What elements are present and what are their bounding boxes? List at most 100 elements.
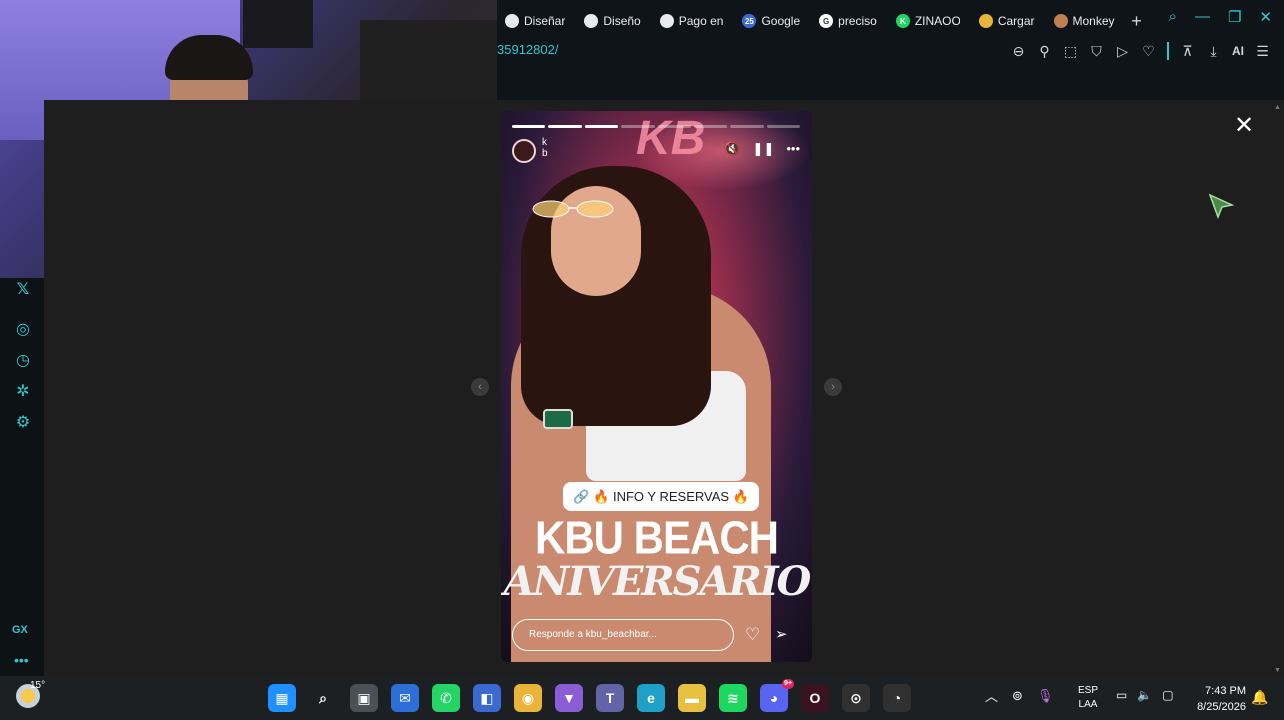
mute-icon[interactable]: 🔇 — [724, 141, 740, 157]
obs-icon[interactable]: ⊙ — [842, 684, 870, 712]
send-icon[interactable]: ➢ — [775, 625, 788, 643]
opera-tray-icon[interactable]: ⊚ — [1012, 688, 1023, 704]
teams-icon[interactable]: T — [596, 684, 624, 712]
whatsapp-icon[interactable]: ✆ — [432, 684, 460, 712]
menu-icon[interactable]: ☰ — [1255, 43, 1270, 60]
address-bar-row: 35912802/ ⊖ ⚲ ⬚ ⛉ ▷ ♡ ⊼ ⤓ AI ☰ — [497, 38, 1284, 66]
toolbar-divider — [1167, 42, 1169, 60]
tab-favicon: G — [819, 14, 834, 28]
mouse-cursor-icon — [1208, 193, 1235, 220]
progress-segment — [548, 125, 582, 128]
story-header: k b 🔇 ❚❚ ••• — [512, 137, 802, 163]
reply-input[interactable]: Responde a kbu_beachbar... — [512, 619, 734, 651]
notification-bell-icon[interactable]: 🔔 — [1251, 689, 1268, 706]
quick-settings[interactable]: ▭ 🔈 ▢ — [1116, 688, 1174, 702]
tab-1[interactable]: Diseño — [576, 9, 648, 33]
heart-icon[interactable]: ♡ — [1141, 43, 1156, 60]
edge-icon[interactable]: e — [637, 684, 665, 712]
avatar[interactable] — [512, 139, 536, 163]
opera-gx-icon[interactable]: O — [801, 684, 829, 712]
tab-favicon — [1053, 14, 1068, 28]
scroll-up-icon[interactable]: ▲ — [1274, 104, 1281, 111]
progress-segment — [657, 125, 691, 128]
play-icon[interactable]: ▷ — [1115, 43, 1130, 60]
extensions-icon[interactable]: ✲ — [13, 382, 33, 402]
clock[interactable]: 7:43 PM 8/25/2026 — [1186, 683, 1246, 715]
weather-widget[interactable]: 15° — [16, 680, 45, 708]
tab-5[interactable]: K ZINAOO — [888, 9, 968, 33]
x-twitter-icon[interactable]: 𝕏 — [13, 280, 33, 300]
download-icon[interactable]: ⤓ — [1206, 43, 1221, 60]
sidebar: 𝕏 ◎ ◷ ✲ ⚙ GX ••• — [0, 278, 44, 676]
smartwatch — [543, 409, 573, 429]
discord-icon[interactable]: ◕ 9+ — [760, 679, 794, 712]
restore-icon[interactable]: ❐ — [1228, 8, 1241, 26]
search-icon[interactable]: ⌕ — [309, 684, 337, 712]
wallet-icon[interactable]: ⊼ — [1180, 43, 1195, 60]
explorer-icon[interactable]: ▬ — [678, 684, 706, 712]
tab-3[interactable]: 25 Google — [734, 9, 808, 33]
like-heart-icon[interactable]: ♡ — [745, 625, 760, 645]
close-window-icon[interactable]: ✕ — [1259, 8, 1272, 26]
shield-icon[interactable]: ⛉ — [1089, 43, 1104, 60]
more-options-icon[interactable]: ••• — [786, 141, 800, 157]
notification-badge: 9+ — [782, 679, 794, 689]
microphone-icon[interactable]: 🎙 — [1037, 688, 1054, 704]
spotify-icon[interactable]: ≋ — [719, 684, 747, 712]
store-icon[interactable]: ◧ — [473, 684, 501, 712]
window-controls: ⌕ — ❐ ✕ — [1169, 8, 1272, 26]
tab-7[interactable]: Monkey — [1046, 9, 1123, 33]
tab-6[interactable]: Cargar — [971, 9, 1043, 33]
taskbar: 15° ▦ ⌕ ▣ ✉ ✆ ◧ ◉ ▼ Te ▬ ≋ ◕ 9+ O ⊙ ◔ ︿ ⊚ 🎙 ESP LAA ▭ 🔈… — [0, 676, 1284, 720]
settings-icon[interactable]: ⚙ — [13, 413, 33, 433]
windows-start-icon[interactable]: ▦ — [268, 684, 296, 712]
story-card[interactable]: KB k b 🔇 ❚❚ ••• 🔗 🔥 INFO Y RESERVAS 🔥 KB… — [501, 111, 812, 662]
address-bar-tools: ⊖ ⚲ ⬚ ⛉ ▷ ♡ ⊼ ⤓ AI ☰ — [1011, 42, 1270, 60]
progress-segment — [693, 125, 728, 128]
tab-4[interactable]: Gpreciso — [811, 9, 885, 33]
chevron-up-icon[interactable]: ︿ — [985, 686, 998, 705]
story-headline: KBU BEACH — [535, 511, 779, 564]
ai-button[interactable]: AI — [1232, 44, 1244, 58]
chrome-icon[interactable]: ◉ — [514, 684, 542, 712]
tab-favicon: 25 — [742, 14, 757, 28]
pause-icon[interactable]: ❚❚ — [753, 141, 775, 157]
chat-icon: ▢ — [1162, 688, 1174, 702]
scroll-down-icon[interactable]: ▼ — [1274, 667, 1281, 674]
link-sticker[interactable]: 🔗 🔥 INFO Y RESERVAS 🔥 — [563, 482, 759, 511]
tab-0[interactable]: Diseñar — [497, 9, 573, 33]
recorder-icon[interactable]: ◔ — [883, 684, 911, 712]
minimize-icon[interactable]: — — [1195, 8, 1210, 26]
story-controls: 🔇 ❚❚ ••• — [724, 141, 800, 157]
snapshot-icon[interactable]: ⬚ — [1063, 43, 1078, 60]
tab-favicon — [505, 14, 519, 28]
next-story-button[interactable]: › — [824, 378, 842, 396]
tab-strip: Diseñar Diseño Pago en 25 Google Gpreciso… — [497, 6, 1148, 36]
screen: Diseñar Diseño Pago en 25 Google Gpreciso… — [0, 0, 1284, 720]
progress-segment — [621, 125, 655, 128]
zoom-out-icon[interactable]: ⊖ — [1011, 43, 1026, 60]
more-icon[interactable]: ••• — [14, 652, 29, 668]
tab-2[interactable]: Pago en — [652, 9, 732, 33]
tab-favicon — [659, 14, 674, 28]
history-icon[interactable]: ◷ — [13, 351, 33, 371]
address-bar[interactable]: 35912802/ — [497, 42, 558, 57]
story-subhead: ANIVERSARIO — [503, 558, 812, 605]
brave-icon[interactable]: ▼ — [555, 684, 583, 712]
new-tab-button[interactable]: + — [1126, 10, 1148, 32]
tab-favicon: K — [895, 14, 910, 28]
progress-segment — [766, 125, 800, 128]
scrollbar[interactable]: ▲ ▼ — [1274, 104, 1281, 674]
tab-favicon — [978, 14, 993, 28]
search-tabs-icon[interactable]: ⌕ — [1169, 8, 1177, 26]
player-icon[interactable]: ◎ — [13, 320, 33, 340]
mail-icon[interactable]: ✉ — [391, 684, 419, 712]
system-tray: ︿ ⊚ 🎙 — [985, 686, 1053, 705]
gx-icon[interactable]: GX — [12, 624, 28, 636]
task-view-icon[interactable]: ▣ — [350, 684, 378, 712]
previous-story-button[interactable]: ‹ — [471, 378, 489, 396]
close-icon[interactable]: ✕ — [1234, 114, 1254, 138]
pin-icon[interactable]: ⚲ — [1037, 43, 1052, 60]
language-indicator[interactable]: ESP LAA — [1078, 684, 1098, 712]
story-username[interactable]: k b — [542, 137, 548, 159]
